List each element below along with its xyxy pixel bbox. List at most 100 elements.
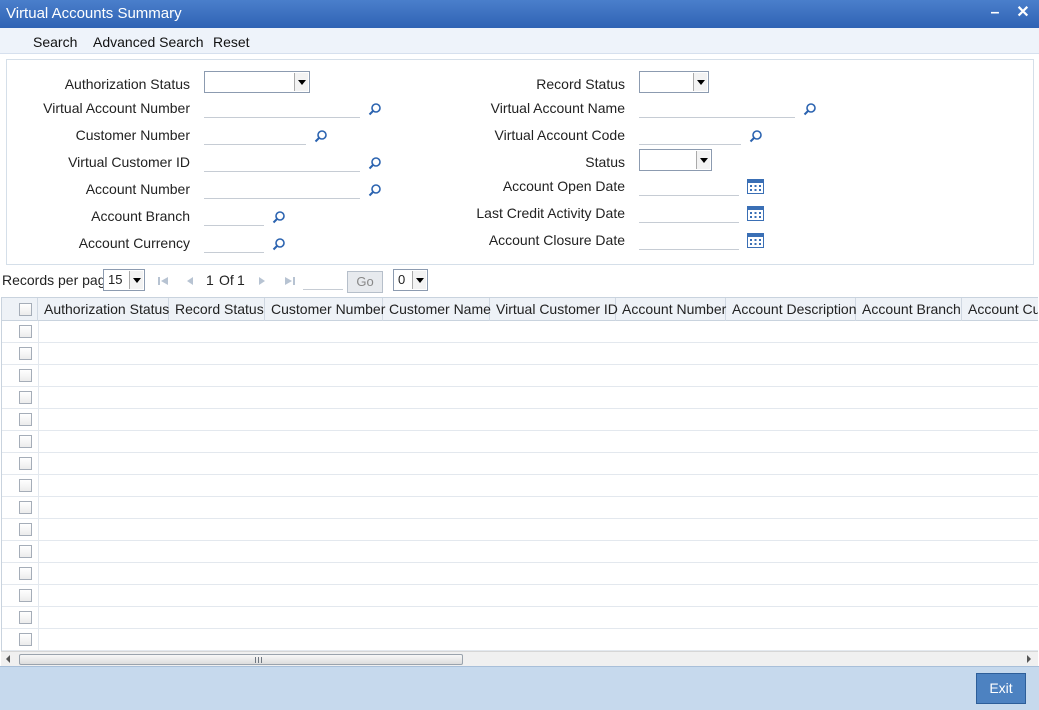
table-row[interactable] bbox=[2, 321, 1038, 343]
page-number-input[interactable] bbox=[303, 272, 343, 290]
table-row[interactable] bbox=[2, 431, 1038, 453]
table-row[interactable] bbox=[2, 343, 1038, 365]
chevron-down-icon[interactable] bbox=[294, 73, 308, 91]
virtual-account-number-input[interactable] bbox=[204, 100, 360, 118]
table-row[interactable] bbox=[2, 607, 1038, 629]
virtual-account-code-label: Virtual Account Code bbox=[494, 127, 626, 143]
account-open-date-input[interactable] bbox=[639, 178, 739, 196]
row-checkbox[interactable] bbox=[19, 457, 32, 470]
table-row[interactable] bbox=[2, 541, 1038, 563]
search-icon[interactable] bbox=[272, 210, 286, 224]
status-select[interactable] bbox=[639, 149, 712, 171]
row-checkbox[interactable] bbox=[19, 413, 32, 426]
table-row[interactable] bbox=[2, 563, 1038, 585]
table-row[interactable] bbox=[2, 519, 1038, 541]
calendar-icon[interactable] bbox=[747, 179, 764, 194]
scrollbar-thumb[interactable] bbox=[19, 654, 463, 665]
last-credit-activity-date-input[interactable] bbox=[639, 205, 739, 223]
account-branch-input[interactable] bbox=[204, 208, 264, 226]
table-row[interactable] bbox=[2, 387, 1038, 409]
records-per-page-label: Records per page bbox=[2, 272, 114, 288]
scroll-right-icon[interactable] bbox=[1027, 655, 1031, 663]
row-checkbox[interactable] bbox=[19, 369, 32, 382]
search-icon[interactable] bbox=[368, 102, 382, 116]
table-row[interactable] bbox=[2, 453, 1038, 475]
row-checkbox[interactable] bbox=[19, 435, 32, 448]
horizontal-scrollbar[interactable] bbox=[1, 651, 1038, 666]
search-icon[interactable] bbox=[368, 183, 382, 197]
search-button[interactable]: Search bbox=[33, 34, 77, 50]
reset-button[interactable]: Reset bbox=[213, 34, 250, 50]
search-icon[interactable] bbox=[749, 129, 763, 143]
advanced-search-button[interactable]: Advanced Search bbox=[93, 34, 204, 50]
scroll-left-icon[interactable] bbox=[6, 655, 10, 663]
close-icon[interactable]: ✕ bbox=[1014, 4, 1032, 22]
col-account-number[interactable]: Account Number bbox=[616, 298, 726, 321]
row-checkbox[interactable] bbox=[19, 545, 32, 558]
record-status-select[interactable] bbox=[639, 71, 709, 93]
records-per-page-select[interactable]: 15 bbox=[103, 269, 145, 291]
calendar-icon[interactable] bbox=[747, 233, 764, 248]
chevron-down-icon[interactable] bbox=[693, 73, 707, 91]
col-account-currency[interactable]: Account Cur bbox=[962, 298, 1038, 321]
account-currency-label: Account Currency bbox=[78, 235, 190, 251]
table-row[interactable] bbox=[2, 585, 1038, 607]
customer-number-input[interactable] bbox=[204, 127, 306, 145]
table-row[interactable] bbox=[2, 365, 1038, 387]
col-account-branch[interactable]: Account Branch bbox=[856, 298, 962, 321]
virtual-account-name-label: Virtual Account Name bbox=[490, 100, 625, 116]
table-row[interactable] bbox=[2, 475, 1038, 497]
col-virtual-customer-id[interactable]: Virtual Customer ID bbox=[490, 298, 618, 321]
row-checkbox[interactable] bbox=[19, 325, 32, 338]
row-checkbox[interactable] bbox=[19, 567, 32, 580]
select-all-checkbox[interactable] bbox=[19, 303, 32, 316]
account-number-label: Account Number bbox=[85, 181, 190, 197]
row-checkbox[interactable] bbox=[19, 391, 32, 404]
virtual-account-name-input[interactable] bbox=[639, 100, 795, 118]
previous-page-icon[interactable] bbox=[184, 275, 196, 287]
account-branch-label: Account Branch bbox=[91, 208, 190, 224]
row-checkbox[interactable] bbox=[19, 611, 32, 624]
go-button[interactable]: Go bbox=[347, 271, 383, 293]
virtual-account-number-label: Virtual Account Number bbox=[43, 100, 190, 116]
row-checkbox[interactable] bbox=[19, 347, 32, 360]
col-account-description[interactable]: Account Description bbox=[726, 298, 857, 321]
account-currency-input[interactable] bbox=[204, 235, 264, 253]
exit-button[interactable]: Exit bbox=[976, 673, 1026, 704]
col-record-status[interactable]: Record Status bbox=[169, 298, 265, 321]
row-checkbox[interactable] bbox=[19, 479, 32, 492]
search-icon[interactable] bbox=[368, 156, 382, 170]
row-checkbox[interactable] bbox=[19, 589, 32, 602]
chevron-down-icon[interactable] bbox=[129, 271, 143, 289]
toolbar: Search Advanced Search Reset bbox=[0, 28, 1039, 54]
row-checkbox[interactable] bbox=[19, 523, 32, 536]
calendar-icon[interactable] bbox=[747, 206, 764, 221]
search-icon[interactable] bbox=[272, 237, 286, 251]
chevron-down-icon[interactable] bbox=[696, 151, 710, 169]
col-customer-number[interactable]: Customer Number bbox=[265, 298, 385, 321]
virtual-customer-id-input[interactable] bbox=[204, 154, 360, 172]
table-row[interactable] bbox=[2, 629, 1038, 651]
table-row[interactable] bbox=[2, 497, 1038, 519]
first-page-icon[interactable] bbox=[157, 275, 169, 287]
virtual-account-code-input[interactable] bbox=[639, 127, 741, 145]
account-closure-date-label: Account Closure Date bbox=[488, 232, 625, 248]
page-jump-select[interactable]: 0 bbox=[393, 269, 428, 291]
search-icon[interactable] bbox=[803, 102, 817, 116]
next-page-icon[interactable] bbox=[256, 275, 268, 287]
authorization-status-select[interactable] bbox=[204, 71, 310, 93]
account-number-input[interactable] bbox=[204, 181, 360, 199]
last-page-icon[interactable] bbox=[284, 275, 296, 287]
row-checkbox[interactable] bbox=[19, 501, 32, 514]
table-row[interactable] bbox=[2, 409, 1038, 431]
search-icon[interactable] bbox=[314, 129, 328, 143]
record-status-label: Record Status bbox=[536, 76, 625, 92]
title-bar: Virtual Accounts Summary – ✕ bbox=[0, 0, 1039, 28]
chevron-down-icon[interactable] bbox=[412, 271, 426, 289]
minimize-icon[interactable]: – bbox=[986, 4, 1004, 22]
row-checkbox[interactable] bbox=[19, 633, 32, 646]
last-credit-activity-date-label: Last Credit Activity Date bbox=[476, 205, 625, 221]
col-authorization-status[interactable]: Authorization Status bbox=[38, 298, 169, 321]
col-customer-name[interactable]: Customer Name bbox=[383, 298, 491, 321]
account-closure-date-input[interactable] bbox=[639, 232, 739, 250]
